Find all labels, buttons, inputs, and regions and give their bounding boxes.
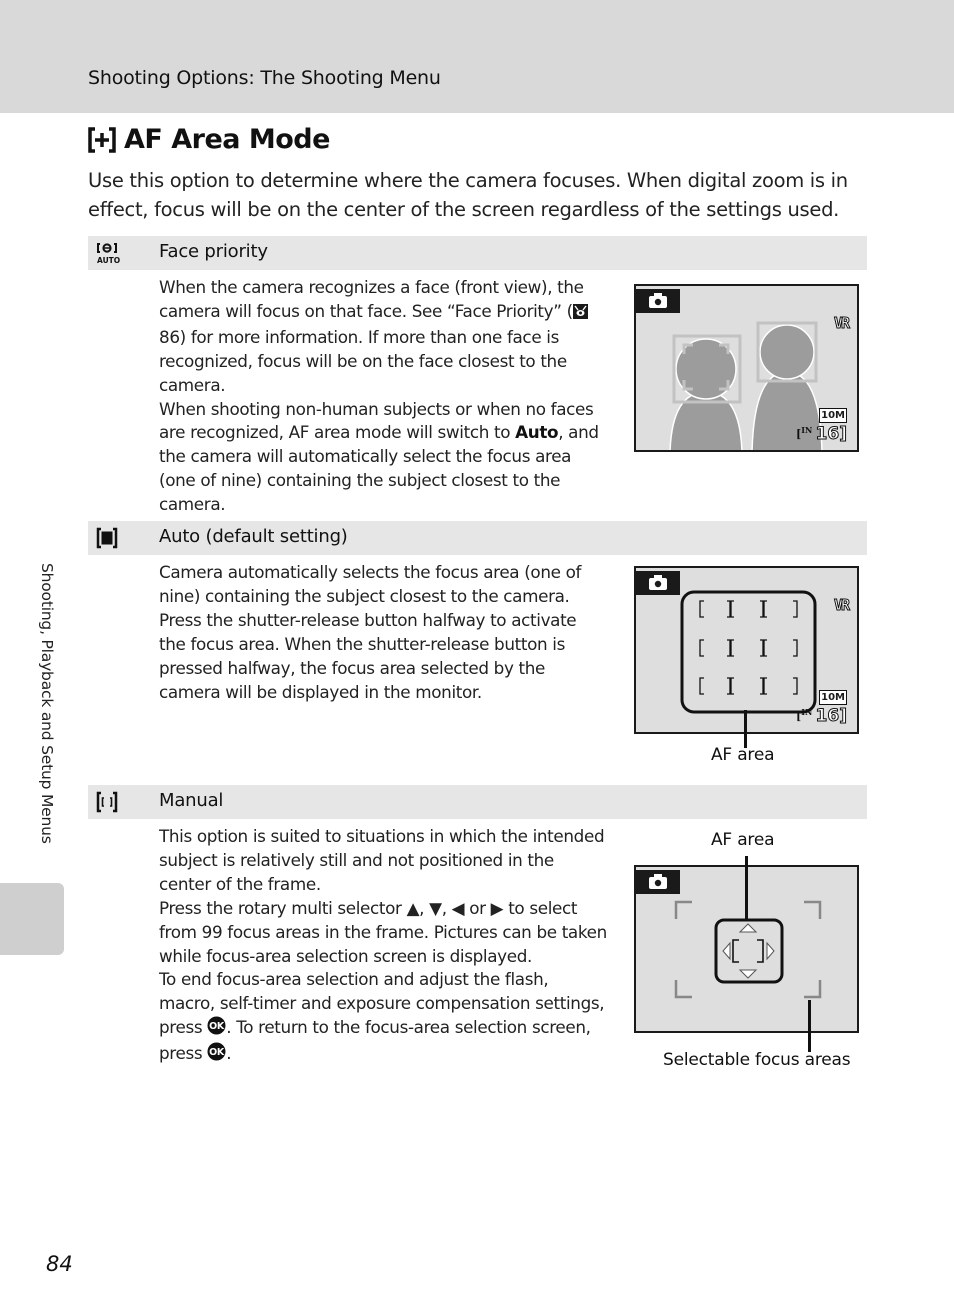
desc-text: . (226, 1043, 232, 1064)
focus-area-brackets (699, 600, 798, 695)
page-number: 84 (46, 1252, 73, 1276)
callout-line (745, 856, 748, 920)
callout-line (744, 710, 747, 748)
left-arrow-icon: ◀ (451, 897, 465, 918)
desc-text: , (441, 897, 452, 918)
desc-text: , (419, 897, 430, 918)
desc-text: When the camera recognizes a face (front… (159, 277, 584, 321)
auto-description: Camera automatically selects the focus a… (159, 562, 582, 702)
ok-button-icon: OK (207, 1042, 226, 1068)
image-size-indicator: 10M (819, 690, 847, 705)
option-face-priority: AUTO Face priority (88, 236, 867, 270)
down-arrow-icon: ▼ (429, 897, 442, 918)
memory-label: IN (801, 425, 813, 435)
right-arrow-icon: ▶ (490, 897, 504, 918)
page-reference: 86 (159, 326, 180, 347)
memory-indicator: [IN (796, 707, 813, 723)
shots-count: 16 (815, 706, 840, 727)
vr-indicator: VR (833, 596, 850, 615)
header-band (0, 0, 954, 113)
image-size-indicator: 10M (819, 408, 847, 423)
option-manual: Manual (88, 785, 867, 819)
auto-screen: VR 10M [IN 16] (634, 566, 859, 734)
svg-text:OK: OK (209, 1021, 225, 1032)
intro-paragraph: Use this option to determine where the c… (88, 169, 848, 221)
option-label: Auto (default setting) (159, 526, 348, 547)
desc-text: ) for more information. If more than one… (159, 326, 567, 395)
af-area-callout: AF area (711, 745, 775, 765)
manual-area-icon (96, 791, 118, 813)
memory-indicator: [IN (796, 425, 813, 441)
page-title-text: AF Area Mode (124, 124, 330, 155)
up-arrow-icon: ▲ (406, 897, 420, 918)
ok-button-icon: OK (207, 1016, 226, 1042)
chapter-tab (0, 883, 64, 955)
callout-line (808, 1000, 811, 1052)
desc-text: Press the rotary multi selector (159, 897, 407, 918)
page-title: AF Area Mode (88, 124, 330, 155)
svg-text:OK: OK (209, 1047, 225, 1058)
selectable-focus-areas-callout: Selectable focus areas (663, 1050, 851, 1070)
face-priority-screen: VR 10M [IN 16] (634, 284, 859, 452)
shots-count: 16 (815, 424, 840, 445)
face-priority-icon: AUTO (96, 242, 120, 265)
desc-text: This option is suited to situations in w… (159, 826, 605, 894)
desc-bold: Auto (515, 422, 559, 443)
option-label: Face priority (159, 241, 268, 262)
reference-icon (572, 302, 588, 326)
af-area-mode-icon (88, 126, 116, 153)
desc-text: or (464, 897, 491, 918)
svg-text:AUTO: AUTO (97, 256, 120, 265)
section-title: Shooting Options: The Shooting Menu (88, 67, 441, 89)
face-priority-description: When the camera recognizes a face (front… (159, 276, 607, 517)
auto-area-icon (96, 527, 118, 549)
shots-remaining: 16] (815, 424, 847, 445)
option-label: Manual (159, 790, 224, 811)
shots-remaining: 16] (815, 706, 847, 727)
memory-label: IN (801, 707, 813, 717)
option-auto: Auto (default setting) (88, 521, 867, 555)
chapter-side-label: Shooting, Playback and Setup Menus (38, 563, 56, 844)
af-area-callout: AF area (711, 830, 775, 850)
manual-description: This option is suited to situations in w… (159, 825, 607, 1068)
vr-indicator: VR (833, 314, 850, 333)
